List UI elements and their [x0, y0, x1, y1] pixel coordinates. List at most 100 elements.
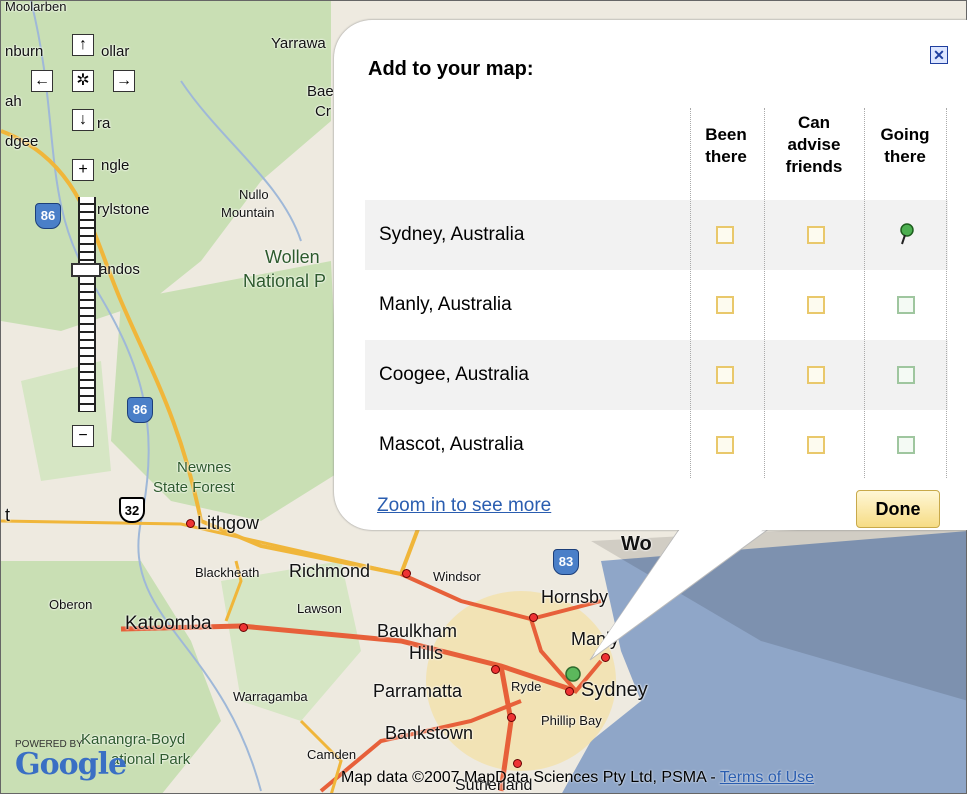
place-label: Warragamba [233, 689, 308, 704]
city-marker [565, 687, 574, 696]
location-label: Mascot, Australia [379, 434, 524, 455]
column-header-label: Going there [880, 125, 930, 166]
city-marker [601, 653, 610, 662]
place-label: ah [5, 93, 22, 110]
zoom-slider-handle[interactable] [71, 263, 101, 277]
place-label: Newnes [177, 459, 232, 476]
place-label: Richmond [289, 561, 371, 581]
place-label: Ryde [511, 679, 542, 694]
copyright-text: Map data ©2007 MapData Sciences Pty Ltd,… [341, 769, 720, 786]
place-label: t [5, 505, 11, 525]
highway-shield: 32 [119, 497, 145, 523]
popup-title: Add to your map: [368, 58, 534, 80]
going-there-pin-icon[interactable] [896, 222, 918, 248]
column-divider [864, 108, 865, 478]
location-row: Coogee, Australia [365, 340, 948, 410]
place-label: Sydney [581, 679, 648, 701]
place-label: ra [97, 115, 111, 132]
place-label: Cr [315, 103, 331, 120]
zoom-in-button[interactable]: + [72, 159, 94, 181]
place-label: dgee [5, 133, 39, 150]
place-label: Yarrawa [271, 35, 326, 52]
place-label: Windsor [433, 569, 481, 584]
place-label: rylstone [97, 201, 150, 218]
place-label: State Forest [153, 479, 235, 496]
location-label: Coogee, Australia [379, 364, 529, 385]
terms-link[interactable]: Terms of Use [720, 769, 814, 786]
done-button[interactable]: Done [856, 490, 940, 528]
place-label: Phillip Bay [541, 713, 602, 728]
zoom-in-link[interactable]: Zoom in to see more [377, 495, 551, 517]
city-marker [529, 613, 538, 622]
can-advise-checkbox[interactable] [807, 226, 825, 244]
place-label: Hornsby [541, 587, 609, 607]
place-label: National P [243, 271, 327, 291]
place-label: Lithgow [197, 513, 260, 533]
column-header-going-there: Going there [866, 124, 944, 168]
column-header-label: Can advise friends [785, 113, 843, 176]
place-label: Wollen [265, 247, 320, 267]
highway-shield: 86 [127, 397, 153, 423]
selected-location-marker-icon[interactable] [563, 665, 583, 687]
place-label: Lawson [297, 601, 342, 616]
going-there-checkbox[interactable] [897, 436, 915, 454]
can-advise-checkbox[interactable] [807, 366, 825, 384]
place-label: Camden [307, 747, 357, 762]
place-label: Parramatta [373, 681, 463, 701]
place-label: Baulkham [377, 621, 458, 641]
city-marker [507, 713, 516, 722]
place-label: nburn [5, 43, 44, 60]
pan-center-button[interactable]: ✲ [72, 70, 94, 92]
place-label: andos [99, 261, 140, 278]
been-there-checkbox[interactable] [716, 436, 734, 454]
location-row: Mascot, Australia [365, 410, 948, 480]
place-label: Bae [307, 83, 334, 100]
city-marker [513, 759, 522, 768]
city-marker [239, 623, 248, 632]
pan-down-button[interactable]: ↓ [72, 109, 94, 131]
highway-shield: 83 [553, 549, 579, 575]
google-logo[interactable]: POWERED BY Google [15, 739, 127, 782]
column-header-can-advise: Can advise friends [770, 112, 858, 178]
column-divider [690, 108, 691, 478]
place-label: Katoomba [125, 613, 212, 634]
place-label: Wo [621, 533, 652, 555]
pan-left-button[interactable]: ← [31, 70, 53, 92]
place-label: Mountain [221, 205, 275, 220]
can-advise-checkbox[interactable] [807, 436, 825, 454]
pan-up-button[interactable]: ↑ [72, 34, 94, 56]
place-label: Bankstown [385, 723, 474, 743]
zoom-out-button[interactable]: − [72, 425, 94, 447]
place-label: Nullo [239, 187, 269, 202]
going-there-checkbox[interactable] [897, 366, 915, 384]
close-icon[interactable]: ✕ [930, 46, 948, 64]
logo-text: Google [15, 747, 127, 782]
city-marker [402, 569, 411, 578]
column-divider [946, 108, 947, 478]
zoom-slider[interactable] [78, 197, 96, 412]
pan-right-button[interactable]: → [113, 70, 135, 92]
city-marker [491, 665, 500, 674]
place-label: Oberon [49, 597, 93, 612]
location-label: Sydney, Australia [379, 224, 525, 245]
location-label: Manly, Australia [379, 294, 512, 315]
going-there-checkbox[interactable] [897, 296, 915, 314]
place-label: Hills [409, 643, 443, 663]
highway-shield: 86 [35, 203, 61, 229]
location-row: Manly, Australia [365, 270, 948, 340]
city-marker [186, 519, 195, 528]
place-label: ollar [101, 43, 130, 60]
been-there-checkbox[interactable] [716, 366, 734, 384]
location-row: Sydney, Australia [365, 200, 948, 270]
map-copyright: Map data ©2007 MapData Sciences Pty Ltd,… [341, 769, 814, 787]
can-advise-checkbox[interactable] [807, 296, 825, 314]
been-there-checkbox[interactable] [716, 226, 734, 244]
column-divider [764, 108, 765, 478]
place-label: Moolarben [5, 0, 67, 14]
column-header-label: Been there [705, 125, 747, 166]
place-label: Manly [571, 629, 620, 649]
place-label: ngle [101, 157, 130, 174]
place-label: Blackheath [195, 565, 260, 580]
column-header-been-there: Been there [692, 124, 760, 168]
been-there-checkbox[interactable] [716, 296, 734, 314]
